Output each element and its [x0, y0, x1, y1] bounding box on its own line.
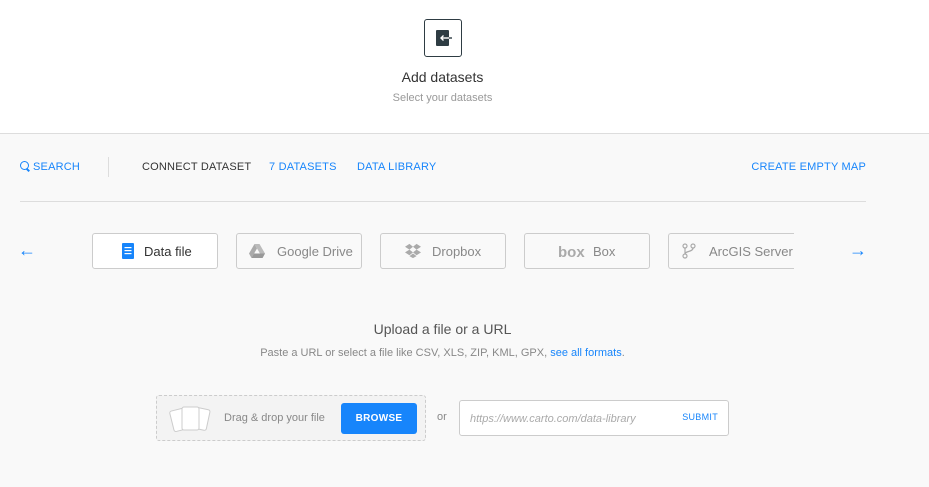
page-subtitle: Select your datasets: [392, 92, 493, 104]
nav-divider: [108, 157, 109, 177]
arcgis-icon: [682, 243, 696, 259]
file-dropzone[interactable]: Drag & drop your file BROWSE: [156, 395, 426, 441]
tab-label: ArcGIS Server™: [709, 244, 794, 259]
upload-subtitle-text: Paste a URL or select a file like CSV, X…: [260, 347, 548, 359]
google-drive-icon: [249, 244, 265, 258]
submit-button[interactable]: SUBMIT: [682, 412, 718, 422]
import-file-icon: [424, 19, 462, 57]
nav-datasets[interactable]: 7 DATASETS: [269, 161, 337, 173]
tab-data-file[interactable]: Data file: [92, 233, 218, 269]
search-icon: [20, 161, 29, 170]
svg-text:box: box: [558, 244, 585, 260]
nav-search-label: SEARCH: [33, 161, 81, 173]
see-all-formats-link[interactable]: see all formats: [550, 347, 622, 359]
url-form: SUBMIT: [459, 400, 729, 436]
tab-arcgis[interactable]: ArcGIS Server™: [668, 233, 794, 269]
arrow-left-icon[interactable]: ←: [18, 240, 36, 260]
header: Add datasets Select your datasets: [0, 0, 929, 134]
browse-button[interactable]: BROWSE: [341, 403, 417, 434]
nav-search[interactable]: SEARCH: [20, 161, 80, 173]
tab-label: Dropbox: [432, 244, 482, 259]
arrow-right-icon[interactable]: →: [849, 240, 867, 260]
tab-label: Data file: [144, 244, 192, 259]
create-empty-map-link[interactable]: CREATE EMPTY MAP: [751, 161, 866, 173]
page-title: Add datasets: [401, 69, 484, 85]
dataset-nav: SEARCH CONNECT DATASET 7 DATASETS DATA L…: [20, 150, 866, 202]
upload-subtitle-suffix: .: [621, 347, 625, 359]
box-icon: box: [558, 244, 585, 260]
files-icon: [169, 406, 211, 432]
tab-label: Box: [593, 244, 616, 259]
upload-subtitle: Paste a URL or select a file like CSV, X…: [0, 347, 885, 359]
nav-connect-dataset[interactable]: CONNECT DATASET: [142, 161, 251, 173]
upload-title: Upload a file or a URL: [373, 321, 512, 337]
drag-drop-text: Drag & drop your file: [224, 412, 325, 424]
or-separator: or: [437, 411, 447, 423]
dropbox-icon: [405, 243, 421, 259]
document-icon: [122, 243, 134, 259]
url-input[interactable]: [470, 410, 670, 428]
tab-label: Google Drive: [277, 244, 353, 259]
tab-dropbox[interactable]: Dropbox: [380, 233, 506, 269]
tab-google-drive[interactable]: Google Drive: [236, 233, 362, 269]
nav-data-library[interactable]: DATA LIBRARY: [357, 161, 436, 173]
tab-box[interactable]: box Box: [524, 233, 650, 269]
